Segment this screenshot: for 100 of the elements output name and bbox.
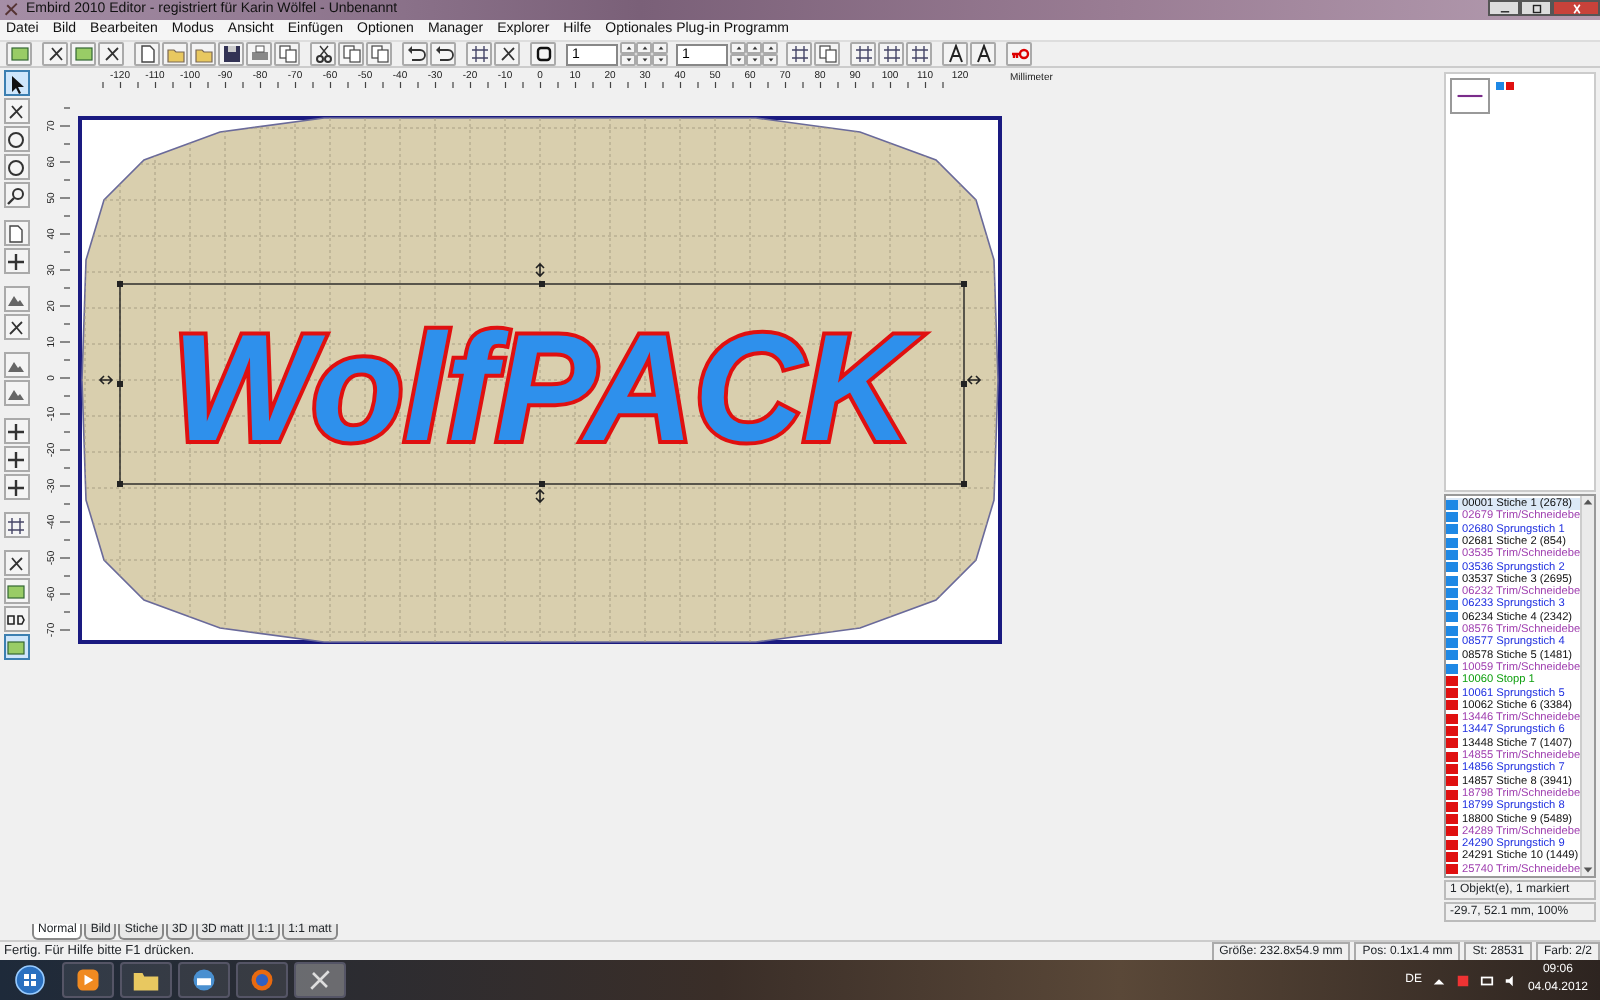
toolbar-button[interactable] <box>942 42 968 66</box>
copy-icon <box>277 44 297 64</box>
toolbar-button[interactable] <box>530 42 556 66</box>
start-orb-icon <box>14 964 46 996</box>
mail-icon <box>190 966 218 994</box>
rounded-square-icon <box>533 44 553 64</box>
cross-arrows-icon <box>6 449 26 469</box>
picture-icon <box>6 637 26 657</box>
toolbar-button[interactable] <box>98 42 124 66</box>
toolbar-button[interactable] <box>906 42 932 66</box>
resize-handle[interactable] <box>539 281 545 287</box>
tool-button[interactable] <box>3 248 29 274</box>
resize-handle[interactable] <box>117 381 123 387</box>
resize-arrow-icon[interactable] <box>535 262 545 278</box>
picture-icon <box>6 581 26 601</box>
spin-button[interactable] <box>636 54 652 66</box>
picture-icon <box>73 44 93 64</box>
cross-arrows-icon <box>6 421 26 441</box>
cross-arrows-icon <box>6 477 26 497</box>
letter-icon <box>945 44 965 64</box>
tool-button[interactable] <box>3 474 29 500</box>
grid-icon <box>881 44 901 64</box>
spin-button[interactable] <box>762 42 778 54</box>
speaker-icon <box>1503 973 1518 987</box>
printer-icon <box>249 44 269 64</box>
toolbar-button[interactable] <box>310 42 336 66</box>
network-icon <box>1479 973 1494 987</box>
spin-button[interactable] <box>746 42 762 54</box>
close-button[interactable] <box>1552 0 1600 16</box>
grid-icon <box>909 44 929 64</box>
page-icon <box>137 44 157 64</box>
down-arrow-icon <box>1582 864 1594 876</box>
taskbar-button[interactable] <box>62 962 114 998</box>
tool-button[interactable] <box>3 126 29 152</box>
scrollbar[interactable] <box>1580 496 1594 876</box>
tool-button[interactable] <box>3 98 29 124</box>
design-thumbnail[interactable] <box>1450 78 1490 114</box>
resize-arrow-icon[interactable] <box>535 488 545 504</box>
toolbar-button[interactable] <box>430 42 456 66</box>
resize-handle[interactable] <box>961 281 967 287</box>
tool-button[interactable] <box>3 446 29 472</box>
toolbar-button[interactable] <box>878 42 904 66</box>
tool-button[interactable] <box>3 154 29 180</box>
close-icon <box>1569 1 1583 15</box>
cross-arrows-icon <box>6 251 26 271</box>
flag-icon <box>1455 973 1470 987</box>
spin-button[interactable] <box>652 42 668 54</box>
grid-icon <box>853 44 873 64</box>
spin-button[interactable] <box>636 42 652 54</box>
design-text: WolfPACK <box>172 304 918 474</box>
spin-button[interactable] <box>730 42 746 54</box>
maximize-icon <box>1529 1 1543 15</box>
toolbar-button[interactable] <box>466 42 492 66</box>
scissors-icon <box>313 44 333 64</box>
resize-arrow-icon[interactable] <box>98 375 114 385</box>
grid-icon <box>789 44 809 64</box>
resize-handle[interactable] <box>961 481 967 487</box>
tool-button[interactable] <box>3 550 29 576</box>
picture-icon <box>9 44 29 64</box>
resize-handle[interactable] <box>117 481 123 487</box>
toolbar-button[interactable] <box>786 42 812 66</box>
tool-button[interactable] <box>3 418 29 444</box>
minimize-button[interactable] <box>1488 0 1520 16</box>
circle-icon <box>6 157 26 177</box>
copy-icon <box>817 44 837 64</box>
spin-button[interactable] <box>620 42 636 54</box>
toolbar-button[interactable] <box>218 42 244 66</box>
app-icon <box>4 2 20 18</box>
resize-arrow-icon[interactable] <box>966 375 982 385</box>
toolbar-button[interactable] <box>850 42 876 66</box>
media-player-icon <box>74 966 102 994</box>
resize-handle[interactable] <box>117 281 123 287</box>
spin-button[interactable] <box>652 54 668 66</box>
tool-button[interactable] <box>3 512 29 538</box>
pointer-icon <box>6 73 26 93</box>
toolbar-button[interactable] <box>42 42 68 66</box>
spin-button[interactable] <box>730 54 746 66</box>
maximize-button[interactable] <box>1520 0 1552 16</box>
floppy-icon <box>221 44 241 64</box>
page-icon <box>6 223 26 243</box>
spin-button[interactable] <box>762 54 778 66</box>
tool-button[interactable] <box>3 606 29 632</box>
toolbar-button[interactable] <box>402 42 428 66</box>
taskbar-button[interactable] <box>294 962 346 998</box>
grid-icon <box>6 515 26 535</box>
spin-button[interactable] <box>746 54 762 66</box>
up-arrow-icon <box>1582 496 1594 509</box>
tool-button[interactable] <box>3 314 29 340</box>
magnifier-icon <box>6 185 26 205</box>
grid-icon <box>469 44 489 64</box>
toolbar-button[interactable] <box>970 42 996 66</box>
tool-button[interactable] <box>3 182 29 208</box>
letter-icon <box>973 44 993 64</box>
taskbar-button[interactable] <box>120 962 172 998</box>
spin-button[interactable] <box>620 54 636 66</box>
resize-handle[interactable] <box>961 381 967 387</box>
tool-button[interactable] <box>3 70 29 96</box>
taskbar-button[interactable] <box>178 962 230 998</box>
resize-handle[interactable] <box>539 481 545 487</box>
toolbar-button[interactable] <box>494 42 520 66</box>
